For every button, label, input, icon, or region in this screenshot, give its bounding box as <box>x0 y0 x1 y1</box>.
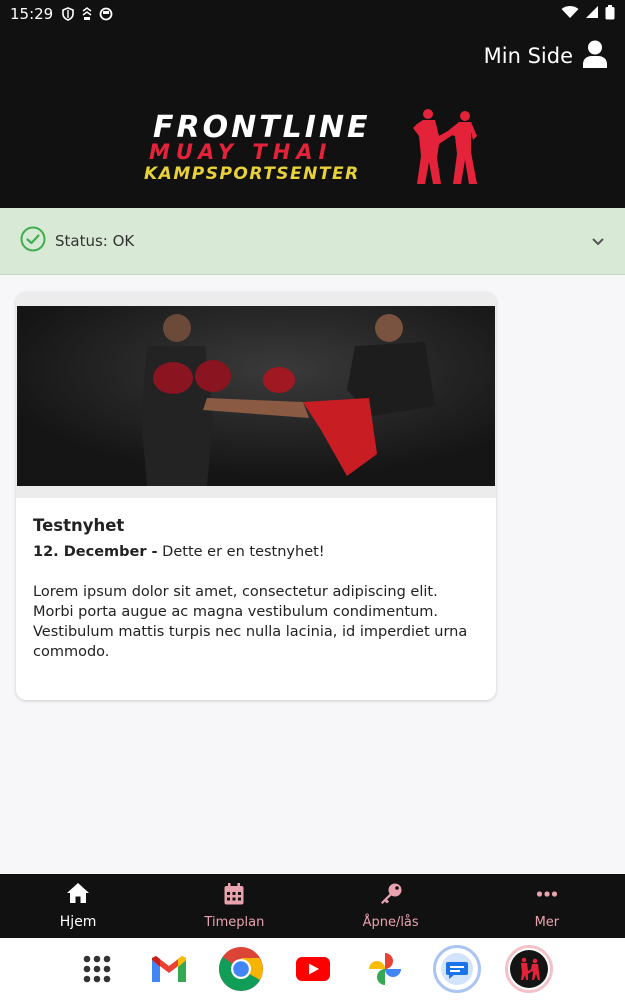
home-icon <box>66 882 90 908</box>
shield-icon <box>61 7 75 21</box>
clock: 15:29 <box>10 5 54 23</box>
fighters-logo-icon <box>413 109 477 184</box>
nav-label-mer: Mer <box>534 914 560 930</box>
app-header: Min Side FRONTLINE MUAY THAI KAMPSPORTSE… <box>0 28 625 208</box>
frontline-logo: FRONTLINE MUAY THAI KAMPSPORTSENTER <box>143 106 488 196</box>
status-text: Status: OK <box>55 232 135 250</box>
app-drawer-icon[interactable] <box>72 945 121 993</box>
news-summary: Dette er en testnyhet! <box>157 544 325 560</box>
signal-icon <box>585 5 599 23</box>
nav-item-apne-las[interactable]: Åpne/lås <box>313 874 469 938</box>
logo-line-3: KAMPSPORTSENTER <box>144 164 360 184</box>
nav-label-timeplan: Timeplan <box>204 914 265 930</box>
notification-icon <box>99 7 113 21</box>
calendar-icon <box>224 882 244 909</box>
youtube-icon[interactable] <box>288 945 337 993</box>
more-icon <box>536 883 558 909</box>
photos-icon[interactable] <box>360 945 409 993</box>
news-date-line: 12. December - Dette er en testnyhet! <box>33 544 479 560</box>
news-card-media <box>16 292 496 498</box>
nav-label-apne-las: Åpne/lås <box>362 914 419 930</box>
battery-icon <box>605 4 615 24</box>
logo-line-2: MUAY THAI <box>149 140 333 164</box>
min-side-button[interactable]: Min Side <box>484 40 607 72</box>
gmail-icon[interactable] <box>144 945 193 993</box>
chrome-icon[interactable] <box>216 945 265 993</box>
key-icon <box>379 883 403 909</box>
news-body: Lorem ipsum dolor sit amet, consectetur … <box>33 584 468 660</box>
status-panel[interactable]: Status: OK <box>0 208 625 275</box>
nav-label-hjem: Hjem <box>59 914 97 930</box>
news-image <box>17 306 495 486</box>
nav-item-hjem[interactable]: Hjem <box>0 874 156 938</box>
check-circle-icon <box>20 226 46 256</box>
news-card[interactable]: Testnyhet 12. December - Dette er en tes… <box>16 292 496 700</box>
vpn-icon <box>81 7 93 21</box>
chevron-down-icon[interactable] <box>591 232 605 251</box>
app-dock <box>0 938 625 1000</box>
news-date: 12. December - <box>33 544 158 560</box>
news-title: Testnyhet <box>33 516 125 535</box>
user-icon <box>583 40 607 72</box>
min-side-label: Min Side <box>483 44 573 68</box>
system-status-bar: 15:29 <box>0 0 625 28</box>
messages-icon[interactable] <box>432 945 481 993</box>
bottom-navigation: Hjem Timeplan Åpne/lås Mer <box>0 874 625 938</box>
nav-item-mer[interactable]: Mer <box>469 874 625 938</box>
frontline-app-icon[interactable] <box>504 945 553 993</box>
wifi-icon <box>561 5 579 23</box>
nav-item-timeplan[interactable]: Timeplan <box>156 874 312 938</box>
